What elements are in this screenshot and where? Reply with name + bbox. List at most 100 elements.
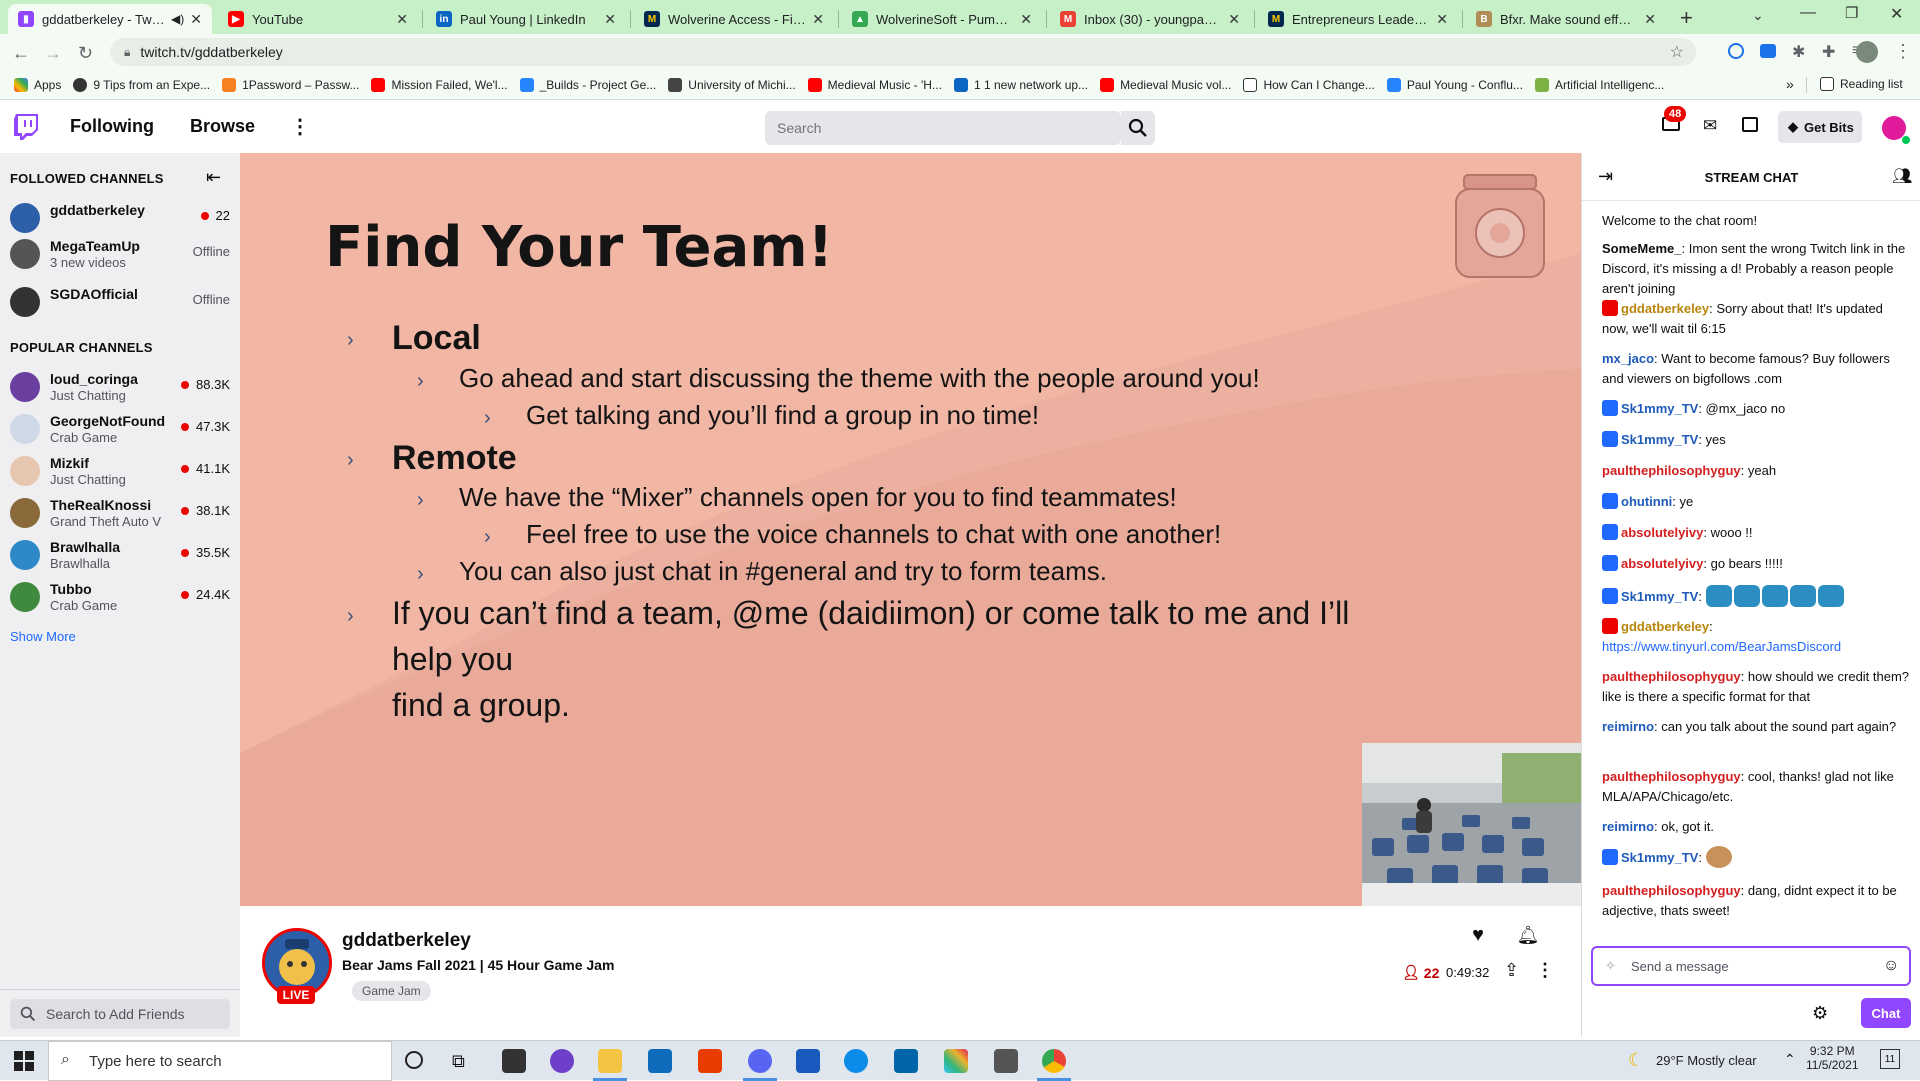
bookmark-item[interactable]: University of Michi...: [668, 77, 796, 92]
close-window-button[interactable]: ✕: [1890, 4, 1903, 24]
dog-emote-icon[interactable]: [1705, 846, 1732, 868]
nav-following[interactable]: Following: [70, 116, 154, 137]
emote-picker-icon[interactable]: ☺: [1883, 957, 1899, 975]
tab-bfxr[interactable]: B Bfxr. Make sound effects f... ✕: [1466, 4, 1666, 34]
popular-channel-item[interactable]: GeorgeNotFound Crab Game 47.3K: [0, 409, 240, 451]
popular-channel-item[interactable]: Tubbo Crab Game 24.4K: [0, 577, 240, 619]
chat-settings-gear-icon[interactable]: ⚙: [1812, 1003, 1828, 1024]
stream-tag[interactable]: Game Jam: [352, 981, 431, 1001]
edge-icon[interactable]: [844, 1049, 868, 1073]
more-options-icon[interactable]: ⋮: [1536, 960, 1554, 981]
notification-bell-icon[interactable]: 🔔︎: [1512, 920, 1544, 950]
bookmark-item[interactable]: 9 Tips from an Expe...: [73, 77, 210, 92]
tab-twitch[interactable]: ▮ gddatberkeley - Twitch ◀) ✕: [8, 4, 212, 34]
emote-icon[interactable]: [1705, 585, 1732, 607]
mail-app-icon[interactable]: [648, 1049, 672, 1073]
followed-channel-sgdaofficial[interactable]: SGDAOfficial Offline: [0, 282, 240, 324]
bookmark-item[interactable]: _Builds - Project Ge...: [519, 77, 656, 92]
close-tab-icon[interactable]: ✕: [1228, 11, 1240, 28]
tab-youtube[interactable]: ▶ YouTube ✕: [218, 4, 418, 34]
minimize-button[interactable]: —: [1800, 4, 1816, 22]
close-tab-icon[interactable]: ✕: [1020, 11, 1032, 28]
bits-sparkle-icon[interactable]: ✧: [1605, 958, 1616, 974]
more-options-icon[interactable]: ⋮: [290, 114, 310, 139]
reading-list-button[interactable]: Reading list: [1820, 77, 1903, 91]
bookmark-item[interactable]: Paul Young - Conflu...: [1386, 77, 1523, 92]
community-icon[interactable]: 👥︎: [1892, 166, 1912, 186]
chat-send-button[interactable]: Chat: [1861, 998, 1911, 1028]
close-tab-icon[interactable]: ✕: [1436, 11, 1448, 28]
cortana-icon[interactable]: [405, 1051, 423, 1069]
bookmark-item[interactable]: Artificial Intelligenc...: [1534, 77, 1664, 92]
tab-wolverinesoft[interactable]: ▲ WolverineSoft - Pumpkin C... ✕: [842, 4, 1042, 34]
unity-icon[interactable]: [994, 1049, 1018, 1073]
back-arrow-icon[interactable]: ←: [12, 43, 30, 64]
chrome-icon[interactable]: [1042, 1049, 1066, 1073]
vscode-icon[interactable]: [894, 1049, 918, 1073]
restore-button[interactable]: ❐: [1845, 4, 1858, 22]
office-icon[interactable]: [698, 1049, 722, 1073]
close-tab-icon[interactable]: ✕: [190, 11, 202, 28]
emote-icon[interactable]: [1761, 585, 1788, 607]
tab-linkedin[interactable]: in Paul Young | LinkedIn ✕: [426, 4, 626, 34]
bookmark-item[interactable]: 1 1 new network up...: [953, 77, 1088, 92]
task-view-icon[interactable]: ⧉: [452, 1051, 465, 1072]
collapse-sidebar-icon[interactable]: ⇤: [206, 167, 221, 188]
tab-wolverine-access[interactable]: M Wolverine Access - Find & ... ✕: [634, 4, 834, 34]
store-icon[interactable]: [502, 1049, 526, 1073]
bookmark-item[interactable]: Medieval Music - 'H...: [807, 77, 942, 92]
extension-screen-icon[interactable]: [1760, 44, 1776, 58]
bookmark-item[interactable]: Medieval Music vol...: [1100, 77, 1231, 92]
nav-browse[interactable]: Browse: [190, 116, 255, 137]
bookmark-star-icon[interactable]: ☆: [1670, 42, 1684, 62]
popular-channel-item[interactable]: loud_coringa Just Chatting 88.3K: [0, 367, 240, 409]
reload-icon[interactable]: ↻: [78, 43, 93, 64]
close-tab-icon[interactable]: ✕: [1644, 11, 1656, 28]
more-bookmarks-chevron-icon[interactable]: »: [1786, 76, 1794, 92]
tab-search-chevron-icon[interactable]: ⌄: [1752, 7, 1764, 24]
popular-channel-item[interactable]: Brawlhalla Brawlhalla 35.5K: [0, 535, 240, 577]
forward-arrow-icon[interactable]: →: [44, 43, 62, 64]
windows-start-icon[interactable]: [14, 1051, 34, 1071]
close-tab-icon[interactable]: ✕: [396, 11, 408, 28]
extension-gear-icon[interactable]: ✱: [1792, 42, 1805, 62]
get-bits-button[interactable]: ◆ Get Bits: [1778, 111, 1862, 143]
tab-gmail[interactable]: M Inbox (30) - youngpau@u... ✕: [1050, 4, 1250, 34]
browser-menu-icon[interactable]: ⋮: [1894, 41, 1912, 62]
followed-channel-megateamup[interactable]: MegaTeamUp 3 new videos Offline: [0, 234, 240, 276]
bookmark-apps[interactable]: Apps: [14, 77, 61, 92]
tray-chevron-icon[interactable]: ⌃: [1784, 1051, 1796, 1068]
twitch-logo-icon[interactable]: [14, 114, 38, 140]
file-explorer-icon[interactable]: [598, 1049, 622, 1073]
search-input[interactable]: [777, 120, 1097, 136]
discord-icon[interactable]: [748, 1049, 772, 1073]
whispers-icon[interactable]: [1742, 117, 1758, 132]
chat-link[interactable]: https://www.tinyurl.com/BearJamsDiscord: [1602, 639, 1841, 654]
url-bar[interactable]: 🔒︎ twitch.tv/gddatberkeley ☆: [110, 38, 1696, 66]
friend-search-field[interactable]: Search to Add Friends: [10, 999, 230, 1029]
popular-channel-item[interactable]: TheRealKnossi Grand Theft Auto V 38.1K: [0, 493, 240, 535]
profile-avatar[interactable]: [1856, 41, 1878, 63]
emote-icon[interactable]: [1789, 585, 1816, 607]
clock[interactable]: 9:32 PM 11/5/2021: [1806, 1044, 1859, 1072]
bookmark-item[interactable]: 1Password – Passw...: [222, 77, 359, 92]
video-player[interactable]: Find Your Team! › Local › Go ahead and s…: [240, 153, 1581, 906]
search-button[interactable]: [1121, 111, 1155, 145]
emote-icon[interactable]: [1733, 585, 1760, 607]
action-center-icon[interactable]: 11: [1880, 1049, 1900, 1069]
show-more-link[interactable]: Show More: [10, 629, 76, 644]
close-tab-icon[interactable]: ✕: [604, 11, 616, 28]
follow-heart-icon[interactable]: ♥: [1462, 920, 1494, 950]
stream-channel-name[interactable]: gddatberkeley: [342, 930, 471, 952]
tab-entrepreneurs[interactable]: M Entrepreneurs Leadership ... ✕: [1258, 4, 1458, 34]
weather-text[interactable]: 29°F Mostly clear: [1656, 1053, 1757, 1068]
bookmark-item[interactable]: Mission Failed, We'l...: [371, 77, 508, 92]
close-tab-icon[interactable]: ✕: [812, 11, 824, 28]
slack-icon[interactable]: [944, 1049, 968, 1073]
mail-icon[interactable]: ✉: [1703, 116, 1717, 136]
taskbar-search-field[interactable]: ⌕ Type here to search: [48, 1041, 392, 1081]
search-field[interactable]: [765, 111, 1121, 145]
extensions-puzzle-icon[interactable]: ✚: [1822, 42, 1835, 62]
audio-playing-icon[interactable]: ◀): [171, 12, 184, 26]
chat-message-input[interactable]: ✧ Send a message ☺: [1591, 946, 1911, 986]
